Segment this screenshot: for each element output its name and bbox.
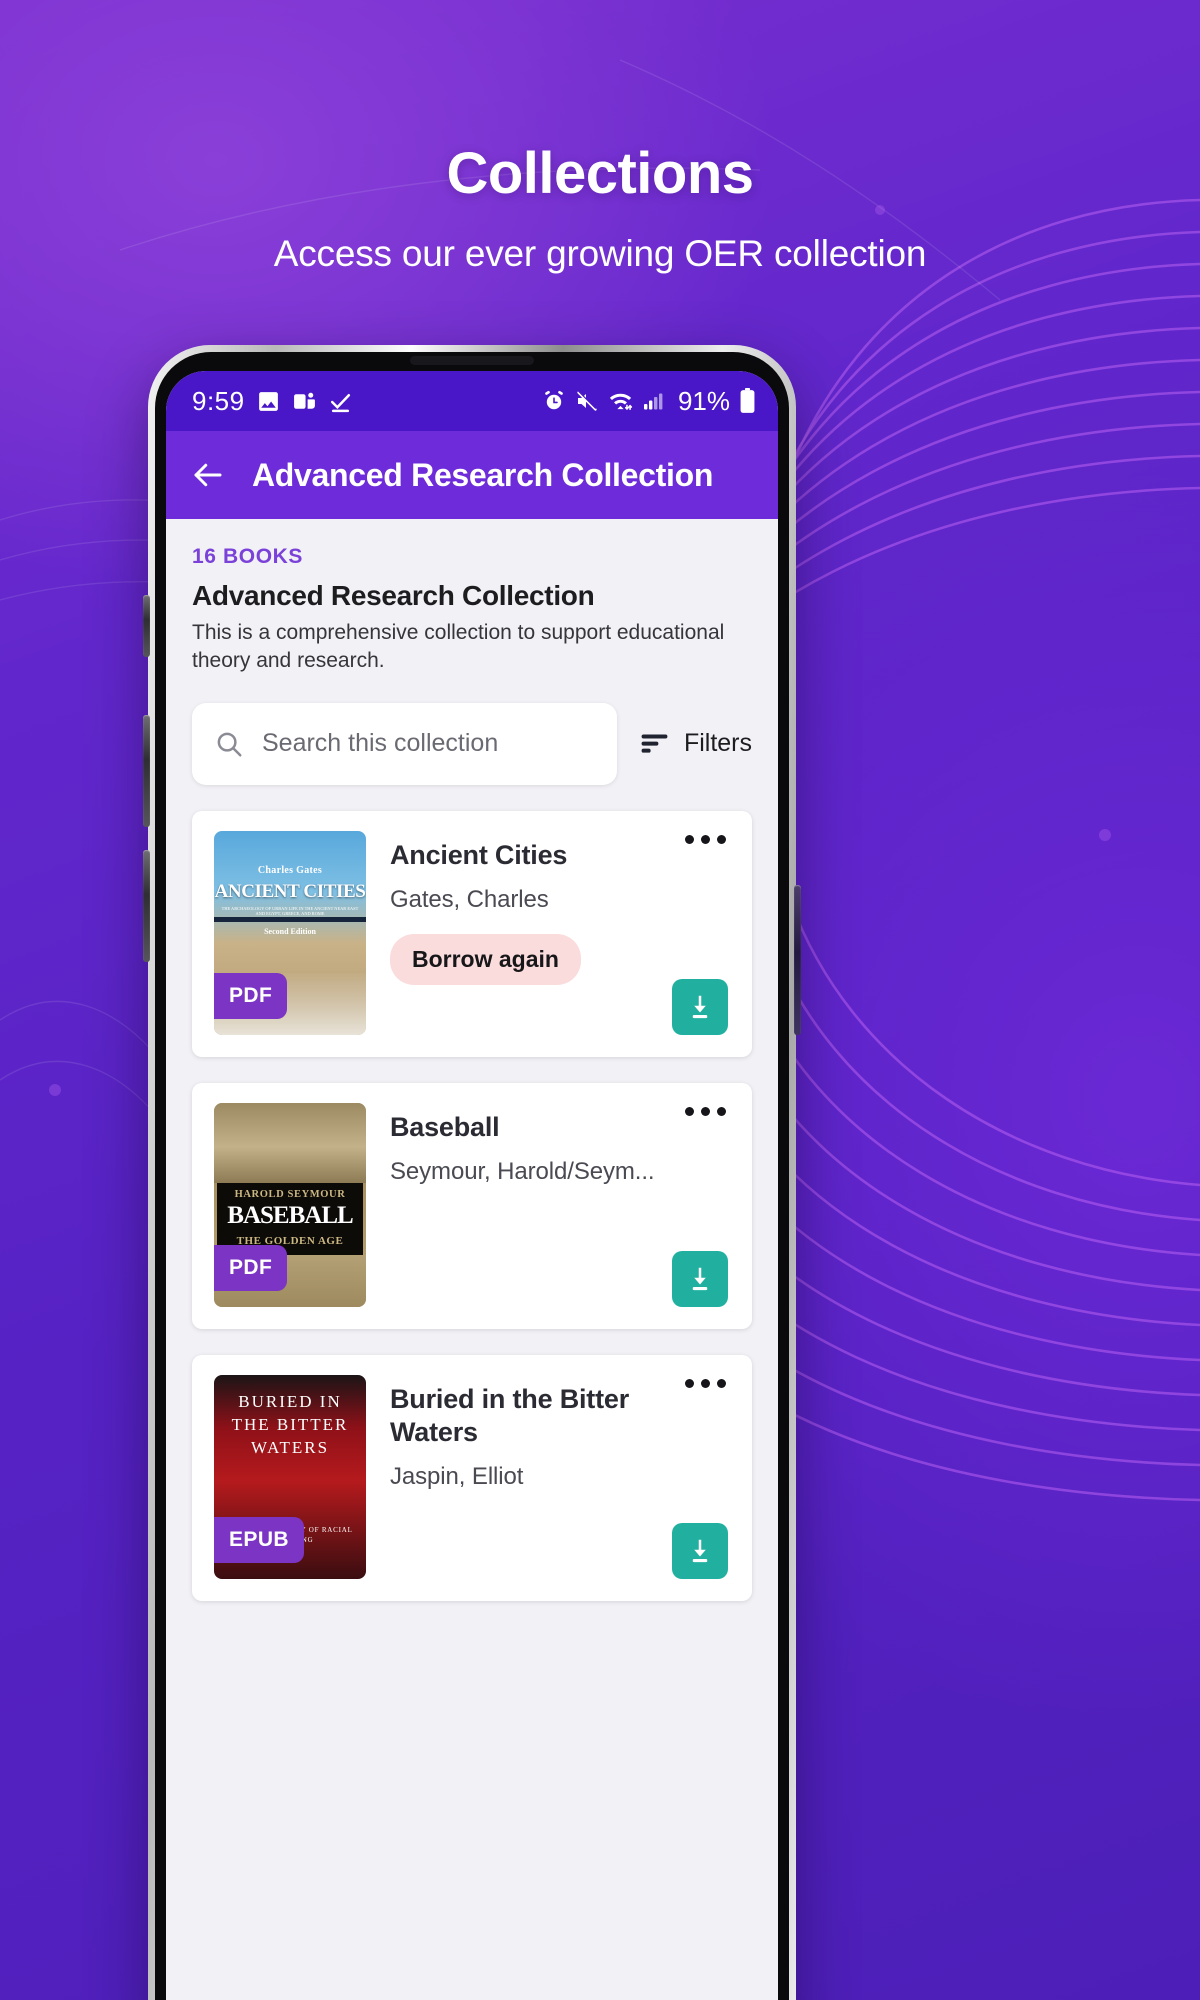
cover-author-text: HAROLD SEYMOUR [234, 1188, 346, 1200]
phone-button-volume-up[interactable] [143, 715, 150, 827]
phone-button-volume-down[interactable] [143, 850, 150, 962]
cover-edition-text: Second Edition [264, 926, 316, 936]
search-input[interactable]: Search this collection [192, 702, 617, 785]
books-count-label: 16 BOOKS [192, 545, 303, 568]
download-icon [685, 1264, 715, 1294]
phone-earpiece-speaker [410, 356, 534, 365]
mute-icon [575, 389, 599, 413]
filters-label: Filters [683, 729, 752, 758]
book-author: Seymour, Harold/Seym... [390, 1157, 655, 1185]
collection-description: This is a comprehensive collection to su… [192, 621, 725, 672]
book-cover-wrapper: HAROLD SEYMOUR BASEBALL THE GOLDEN AGE P… [214, 1102, 366, 1307]
book-card[interactable]: HAROLD SEYMOUR BASEBALL THE GOLDEN AGE P… [192, 1082, 752, 1329]
app-bar-title: Advanced Research Collection [252, 456, 714, 493]
book-title: Baseball [390, 1111, 500, 1142]
book-author: Jaspin, Elliot [390, 1462, 524, 1490]
book-title: Buried in the Bitter Waters [390, 1383, 630, 1447]
cover-title-text: BASEBALL [227, 1201, 353, 1229]
status-bar: 9:59 91% [166, 371, 778, 431]
download-button[interactable] [672, 978, 728, 1035]
battery-icon [739, 388, 756, 414]
promo-header: Collections Access our ever growing OER … [0, 140, 1200, 275]
teams-icon [292, 389, 317, 414]
search-placeholder: Search this collection [262, 729, 499, 758]
status-time: 9:59 [192, 385, 245, 416]
book-card[interactable]: Charles Gates ANCIENT CITIES THE ARCHAEO… [192, 810, 752, 1057]
battery-percent: 91% [677, 385, 730, 416]
cover-title-text: ANCIENT CITIES [214, 880, 366, 902]
download-button[interactable] [672, 1250, 728, 1307]
book-card[interactable]: BURIED IN THE BITTER WATERS THE HIDDEN S… [192, 1354, 752, 1601]
download-icon [685, 1536, 715, 1566]
phone-button-mute[interactable] [143, 595, 150, 657]
cover-band [214, 916, 366, 922]
cover-subtitle-text: THE ARCHAEOLOGY OF URBAN LIFE IN THE ANC… [221, 905, 359, 917]
download-button[interactable] [672, 1522, 728, 1579]
kebab-menu-icon[interactable] [685, 1378, 726, 1388]
cover-author-text: Charles Gates [257, 864, 323, 876]
book-cover-wrapper: BURIED IN THE BITTER WATERS THE HIDDEN S… [214, 1374, 366, 1579]
search-row: Search this collection Filters [192, 702, 752, 785]
cover-photo-top [214, 1102, 366, 1183]
photo-icon [256, 389, 281, 414]
search-icon [214, 729, 244, 759]
book-author: Gates, Charles [390, 885, 549, 913]
format-badge: EPUB [214, 1516, 304, 1563]
download-icon [685, 992, 715, 1022]
collection-content: 16 BOOKS Advanced Research Collection Th… [166, 519, 778, 1601]
book-cover-wrapper: Charles Gates ANCIENT CITIES THE ARCHAEO… [214, 830, 366, 1035]
cover-title-text: BURIED IN THE BITTER WATERS [231, 1391, 349, 1457]
back-arrow-icon[interactable] [190, 457, 226, 493]
kebab-menu-icon[interactable] [685, 1106, 726, 1116]
format-badge: PDF [214, 1244, 288, 1291]
collection-title: Advanced Research Collection [192, 580, 595, 611]
alarm-icon [542, 389, 566, 413]
phone-mockup: 9:59 91% Advanced Research Collection 16… [143, 345, 801, 2000]
kebab-menu-icon[interactable] [685, 834, 726, 844]
phone-screen: 9:59 91% Advanced Research Collection 16… [166, 371, 778, 2000]
book-title: Ancient Cities [390, 839, 568, 870]
filters-button[interactable]: Filters [639, 728, 752, 759]
app-bar: Advanced Research Collection [166, 431, 778, 519]
checkmark-icon [328, 389, 353, 414]
wifi-icon [608, 389, 633, 414]
format-badge: PDF [214, 972, 288, 1019]
page-title: Collections [446, 141, 754, 206]
phone-button-power[interactable] [794, 885, 801, 1035]
signal-icon [642, 389, 666, 413]
filters-icon [639, 728, 670, 759]
borrow-again-button[interactable]: Borrow again [390, 933, 581, 985]
page-subtitle: Access our ever growing OER collection [273, 233, 927, 274]
